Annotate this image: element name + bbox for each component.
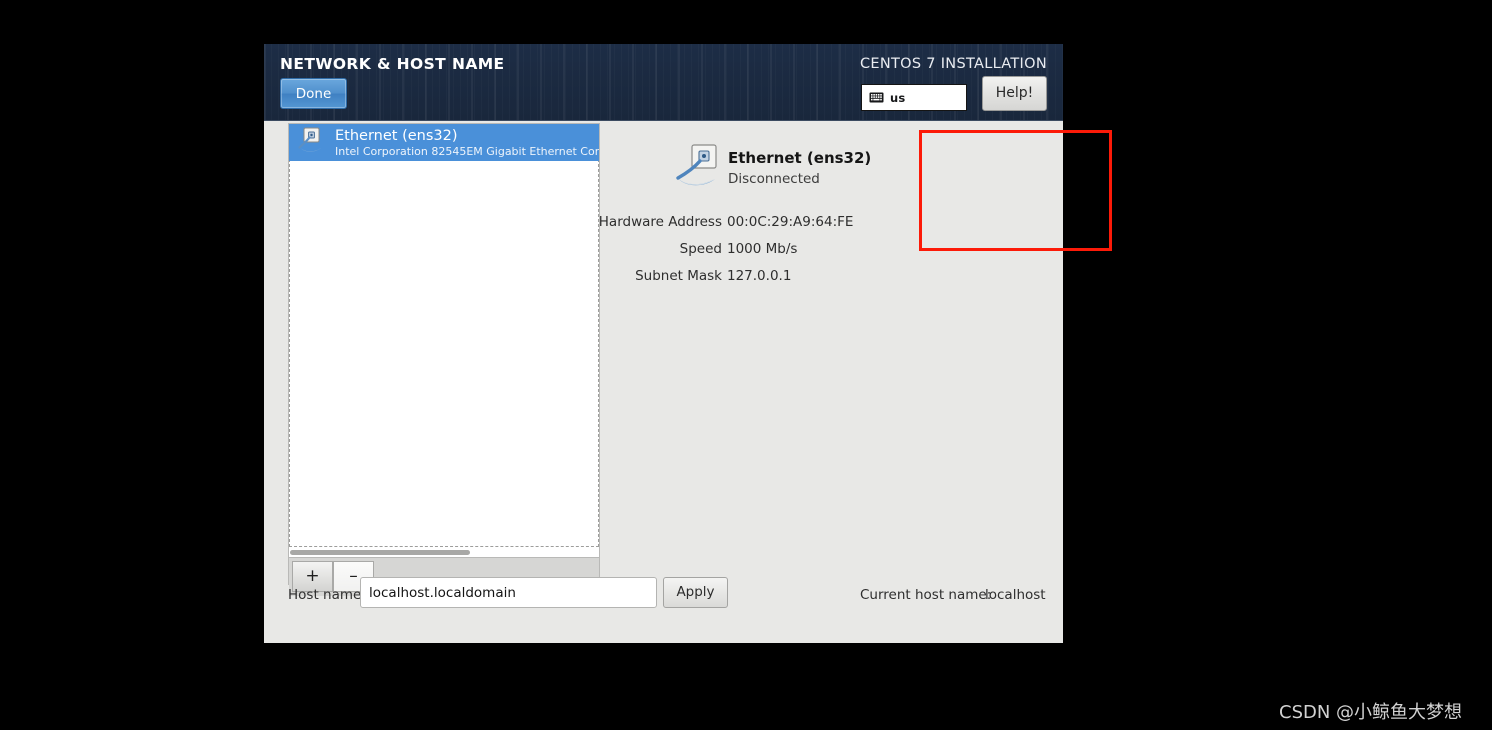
property-key: Hardware Address xyxy=(598,214,722,230)
property-key: Speed xyxy=(679,241,722,257)
device-detail-status: Disconnected xyxy=(728,171,820,187)
property-key: Subnet Mask xyxy=(635,268,722,284)
ethernet-socket-icon xyxy=(674,143,720,195)
installer-dialog: NETWORK & HOST NAME CENTOS 7 INSTALLATIO… xyxy=(264,44,1063,643)
keyboard-icon xyxy=(869,88,884,107)
device-properties: Hardware Address 00:0C:29:A9:64:FE Speed… xyxy=(598,214,930,295)
property-row: Hardware Address 00:0C:29:A9:64:FE xyxy=(598,214,930,241)
horizontal-scrollbar[interactable] xyxy=(289,547,599,557)
property-value: 1000 Mb/s xyxy=(727,241,798,257)
current-host-name-value: localhost xyxy=(985,587,1046,603)
scrollbar-thumb[interactable] xyxy=(290,550,470,555)
watermark: CSDN @小鲸鱼大梦想 xyxy=(1279,702,1463,723)
host-name-label: Host name: xyxy=(288,587,366,603)
list-item-texts: Ethernet (ens32) Intel Corporation 82545… xyxy=(335,128,599,158)
property-row: Speed 1000 Mb/s xyxy=(600,241,930,268)
current-host-name-label: Current host name: xyxy=(860,587,992,603)
device-detail-header: Ethernet (ens32) Disconnected xyxy=(600,143,920,201)
list-focus-outline xyxy=(289,124,599,547)
keyboard-layout-indicator[interactable]: us xyxy=(861,84,967,111)
dialog-header: NETWORK & HOST NAME CENTOS 7 INSTALLATIO… xyxy=(264,44,1063,121)
page-title: NETWORK & HOST NAME xyxy=(280,55,505,73)
host-name-input[interactable] xyxy=(360,577,657,608)
list-item[interactable]: Ethernet (ens32) Intel Corporation 82545… xyxy=(289,124,599,161)
list-item-description: Intel Corporation 82545EM Gigabit Ethern… xyxy=(335,144,599,158)
list-item-name: Ethernet (ens32) xyxy=(335,127,458,144)
property-value: 127.0.0.1 xyxy=(727,268,792,284)
apply-button[interactable]: Apply xyxy=(663,577,728,608)
dialog-body: Ethernet (ens32) Intel Corporation 82545… xyxy=(264,121,1063,643)
device-detail-title: Ethernet (ens32) xyxy=(728,149,872,167)
product-title: CENTOS 7 INSTALLATION xyxy=(859,56,1047,72)
network-device-list[interactable]: Ethernet (ens32) Intel Corporation 82545… xyxy=(289,124,599,547)
help-button[interactable]: Help! xyxy=(982,76,1047,111)
keyboard-layout-label: us xyxy=(890,90,906,105)
device-detail-panel: Ethernet (ens32) Disconnected Hardware A… xyxy=(598,121,1063,583)
screen: NETWORK & HOST NAME CENTOS 7 INSTALLATIO… xyxy=(0,0,1492,730)
property-value: 00:0C:29:A9:64:FE xyxy=(727,214,854,230)
network-device-list-panel: Ethernet (ens32) Intel Corporation 82545… xyxy=(288,123,600,596)
ethernet-socket-icon xyxy=(297,126,327,160)
property-row: Subnet Mask 127.0.0.1 xyxy=(600,268,930,295)
done-button[interactable]: Done xyxy=(280,78,347,109)
host-name-row: Host name: Apply Current host name: loca… xyxy=(264,577,1063,617)
